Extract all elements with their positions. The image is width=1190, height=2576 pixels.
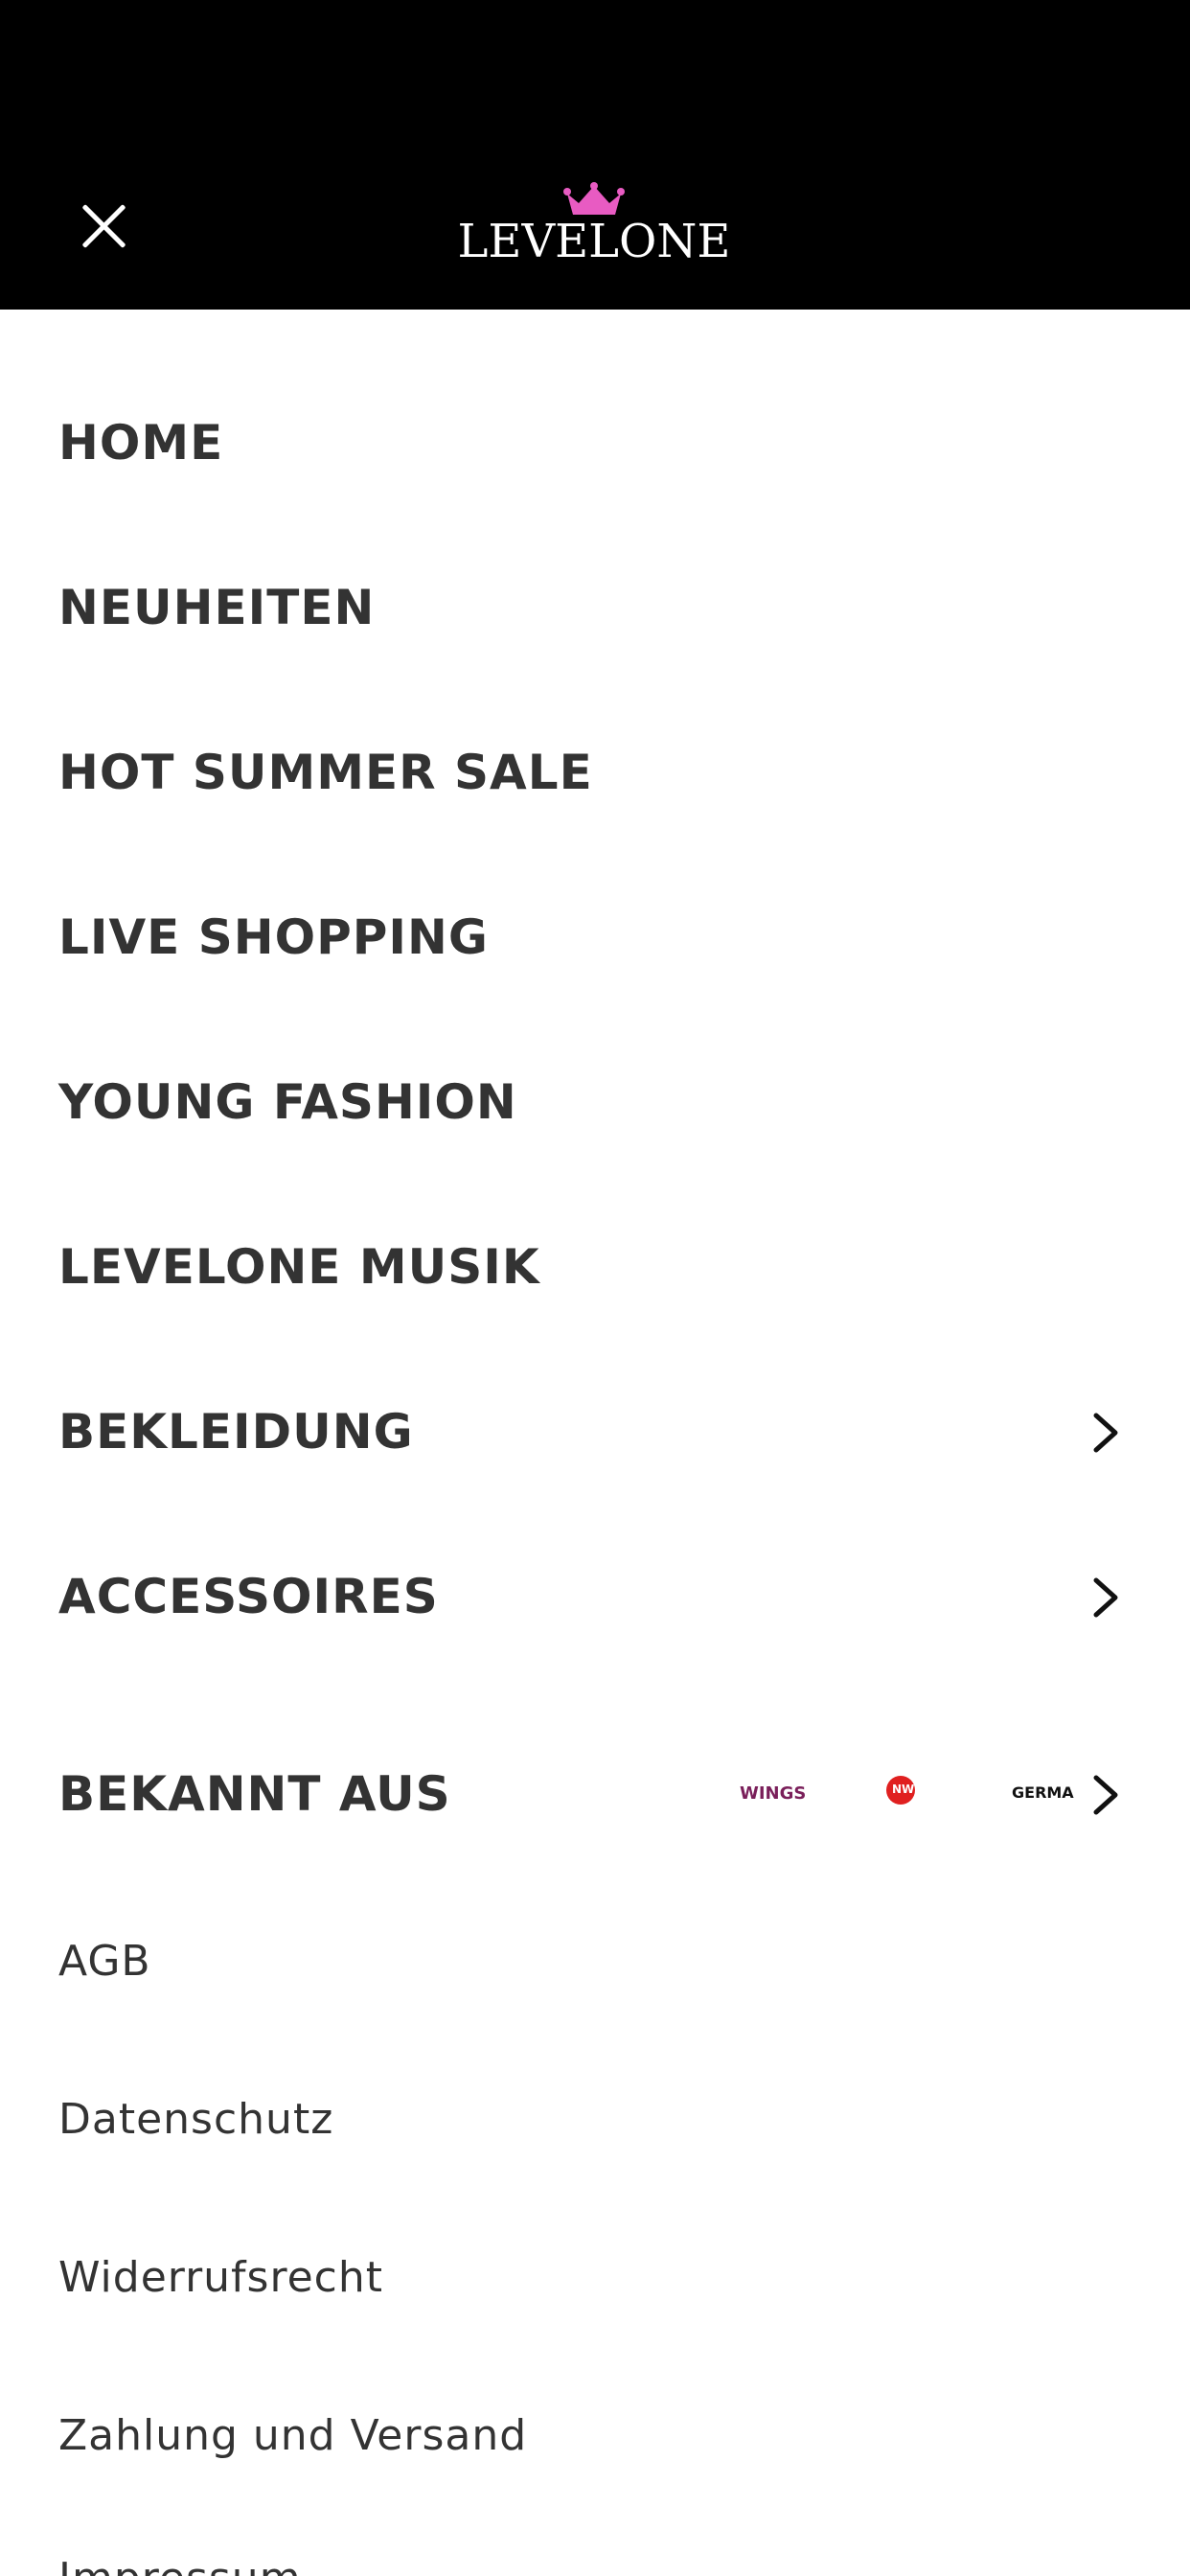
germa-logo: GERMA xyxy=(1012,1783,1074,1802)
crown-icon xyxy=(563,182,625,215)
levelone-logo: LEVELONE xyxy=(450,180,738,276)
menu-item-neuheiten[interactable]: NEUHEITEN xyxy=(0,551,1190,666)
menu-item-label: LEVELONE MUSIK xyxy=(58,1239,540,1295)
legal-link-label: Zahlung und Versand xyxy=(58,2411,528,2460)
menu-item-label: BEKLEIDUNG xyxy=(58,1404,414,1460)
legal-link-label: Widerrufsrecht xyxy=(58,2253,383,2302)
chevron-right-icon xyxy=(1093,1577,1118,1618)
menu-item-home[interactable]: HOME xyxy=(0,386,1190,501)
nw-logo-text: NW xyxy=(892,1782,915,1796)
wings-logo: WINGS xyxy=(740,1783,807,1804)
menu-item-levelone-musik[interactable]: LEVELONE MUSIK xyxy=(0,1210,1190,1325)
chevron-right-icon xyxy=(1093,1775,1118,1815)
menu-item-accessoires[interactable]: ACCESSOIRES xyxy=(0,1540,1190,1655)
menu-item-live-shopping[interactable]: LIVE SHOPPING xyxy=(0,881,1190,996)
legal-link-label: Impressum xyxy=(58,2554,302,2576)
menu-item-label: ACCESSOIRES xyxy=(58,1569,439,1624)
logo-wordmark: LEVELONE xyxy=(457,215,731,268)
menu-item-bekleidung[interactable]: BEKLEIDUNG xyxy=(0,1375,1190,1490)
menu-link-widerrufsrecht[interactable]: Widerrufsrecht xyxy=(0,2226,1190,2332)
menu-item-hot-summer-sale[interactable]: HOT SUMMER SALE xyxy=(0,716,1190,831)
menu-item-bekannt-aus[interactable]: BEKANNT AUS WINGS NW GERMA xyxy=(0,1737,1190,1852)
chevron-right-icon xyxy=(1093,1413,1118,1453)
menu-item-label: NEUHEITEN xyxy=(58,580,376,635)
menu-item-label: LIVE SHOPPING xyxy=(58,909,489,965)
menu-link-impressum[interactable]: Impressum xyxy=(0,2542,1190,2576)
menu-item-label: HOT SUMMER SALE xyxy=(58,745,593,800)
menu-item-young-fashion[interactable]: YOUNG FASHION xyxy=(0,1046,1190,1161)
menu-item-label: HOME xyxy=(58,415,224,471)
close-icon[interactable] xyxy=(69,192,138,261)
app-header: LEVELONE xyxy=(0,0,1190,310)
menu-link-zahlung-und-versand[interactable]: Zahlung und Versand xyxy=(0,2384,1190,2490)
legal-link-label: AGB xyxy=(58,1937,151,1986)
menu-item-label: YOUNG FASHION xyxy=(58,1074,517,1130)
menu-link-agb[interactable]: AGB xyxy=(0,1910,1190,2015)
menu-link-datenschutz[interactable]: Datenschutz xyxy=(0,2068,1190,2174)
menu-item-label: BEKANNT AUS xyxy=(58,1766,451,1822)
legal-link-label: Datenschutz xyxy=(58,2095,334,2144)
press-logos: WINGS NW GERMA xyxy=(728,1768,1074,1826)
